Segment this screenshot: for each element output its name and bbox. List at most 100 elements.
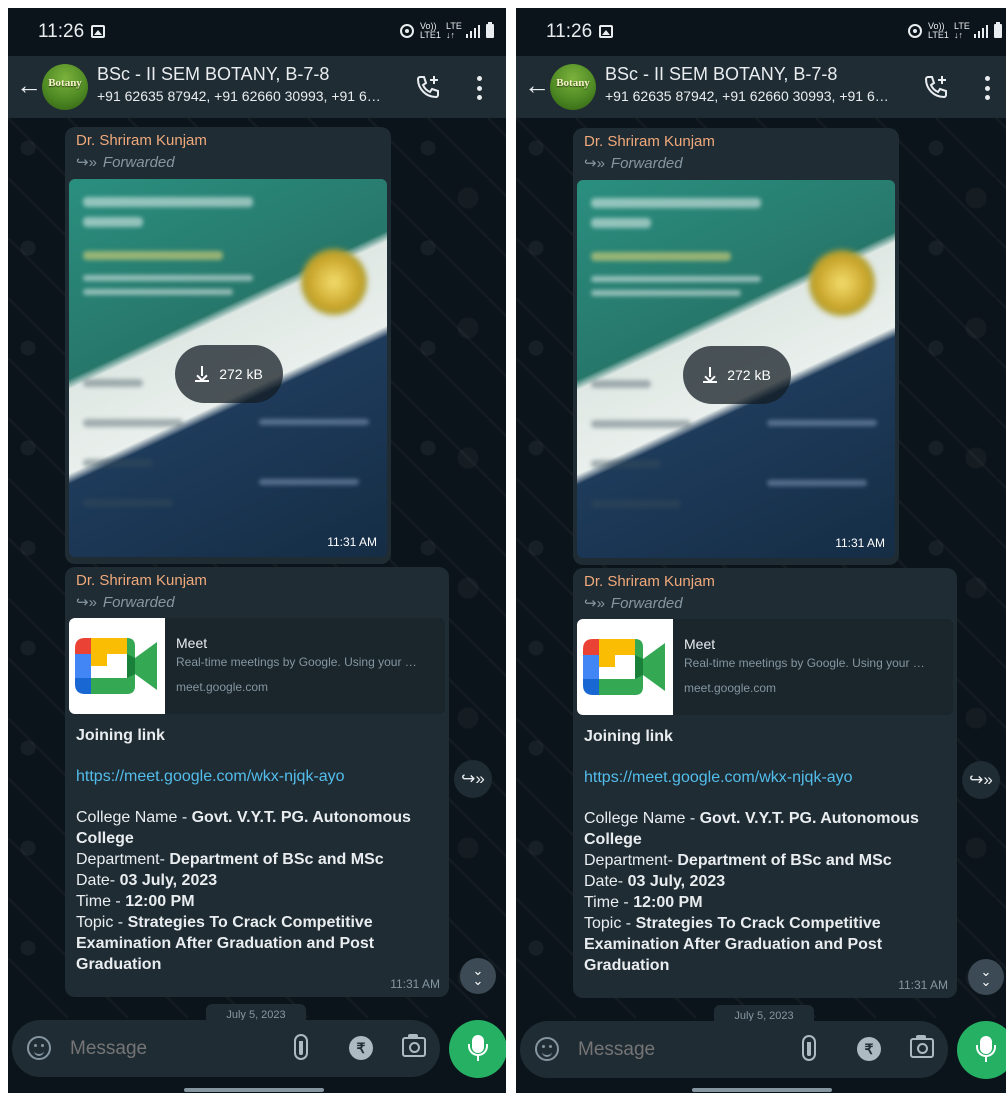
share-icon[interactable]: ↪» bbox=[454, 760, 492, 798]
more-vert-icon[interactable] bbox=[984, 76, 990, 100]
blurred-image-attachment[interactable]: 272 kB 11:31 AM bbox=[577, 180, 895, 558]
camera-icon[interactable] bbox=[402, 1034, 426, 1057]
sender-name[interactable]: Dr. Shriram Kunjam bbox=[584, 573, 715, 590]
back-arrow-icon[interactable]: ← bbox=[524, 72, 550, 98]
message-composer: ₹ bbox=[520, 1021, 948, 1078]
preview-description: Real-time meetings by Google. Using your… bbox=[684, 656, 925, 670]
image-message-bubble[interactable]: Dr. Shriram Kunjam ↪» Forwarded 272 kB 11… bbox=[573, 128, 899, 565]
camera-icon[interactable] bbox=[910, 1035, 934, 1058]
mic-button[interactable] bbox=[449, 1020, 506, 1078]
topic-line: Topic - Strategies To Crack Competitive … bbox=[76, 914, 375, 973]
preview-title: Meet bbox=[176, 635, 208, 651]
emoji-icon[interactable] bbox=[535, 1037, 559, 1061]
download-button[interactable]: 272 kB bbox=[175, 345, 283, 403]
message-composer: ₹ bbox=[12, 1020, 440, 1077]
message-input[interactable] bbox=[68, 1037, 272, 1061]
forwarded-icon: ↪» bbox=[76, 154, 97, 171]
preview-description: Real-time meetings by Google. Using your… bbox=[176, 655, 417, 669]
status-time: 11:26 bbox=[38, 21, 85, 42]
chat-title[interactable]: BSc - II SEM BOTANY, B-7-8 bbox=[97, 64, 329, 85]
volte-icon: Vo)) LTE1 bbox=[420, 21, 441, 40]
chat-header: ← Botany BSc - II SEM BOTANY, B-7-8 +91 … bbox=[8, 56, 506, 118]
status-bar: 11:26 Vo)) LTE1 LTE ↓↑ bbox=[8, 8, 506, 56]
forwarded-icon: ↪» bbox=[584, 155, 605, 172]
nav-gesture-handle[interactable] bbox=[692, 1088, 832, 1092]
date-chip: July 5, 2023 bbox=[206, 1004, 306, 1020]
download-icon bbox=[703, 367, 718, 383]
link-message-bubble[interactable]: Dr. Shriram Kunjam ↪» Forwarded Meet Rea… bbox=[573, 568, 957, 998]
attachment-size: 272 kB bbox=[219, 366, 263, 382]
sender-name[interactable]: Dr. Shriram Kunjam bbox=[584, 133, 715, 150]
time-line: Time - 12:00 PM bbox=[584, 894, 703, 911]
gallery-notification-icon bbox=[599, 25, 613, 38]
scroll-down-icon[interactable]: ⌄ ⌄ bbox=[968, 959, 1004, 995]
topic-line: Topic - Strategies To Crack Competitive … bbox=[584, 915, 883, 974]
back-arrow-icon[interactable]: ← bbox=[16, 72, 42, 98]
time-line: Time - 12:00 PM bbox=[76, 893, 195, 910]
message-time: 11:31 AM bbox=[898, 978, 948, 992]
attach-icon[interactable] bbox=[294, 1034, 308, 1060]
gallery-notification-icon bbox=[91, 25, 105, 38]
status-time: 11:26 bbox=[546, 21, 593, 42]
status-bar: 11:26 Vo)) LTE1 LTE ↓↑ bbox=[516, 8, 1006, 56]
link-message-bubble[interactable]: Dr. Shriram Kunjam ↪» Forwarded Meet Rea… bbox=[65, 567, 449, 997]
rupee-icon[interactable]: ₹ bbox=[349, 1036, 373, 1060]
nav-gesture-handle[interactable] bbox=[184, 1088, 324, 1092]
signal-icon bbox=[974, 24, 988, 38]
chat-title[interactable]: BSc - II SEM BOTANY, B-7-8 bbox=[605, 64, 837, 85]
sender-name[interactable]: Dr. Shriram Kunjam bbox=[76, 132, 207, 149]
signal-icon bbox=[466, 24, 480, 38]
date-chip: July 5, 2023 bbox=[714, 1005, 814, 1021]
emoji-icon[interactable] bbox=[27, 1036, 51, 1060]
joining-link-heading: Joining link bbox=[76, 727, 165, 744]
blurred-emblem bbox=[809, 250, 875, 316]
share-icon[interactable]: ↪» bbox=[962, 761, 1000, 799]
avatar-text: Botany bbox=[556, 77, 590, 89]
link-preview-card[interactable]: Meet Real-time meetings by Google. Using… bbox=[69, 618, 445, 714]
attach-icon[interactable] bbox=[802, 1035, 816, 1061]
chat-participants[interactable]: +91 62635 87942, +91 62660 30993, +91 6… bbox=[97, 88, 407, 104]
chat-header: ← Botany BSc - II SEM BOTANY, B-7-8 +91 … bbox=[516, 56, 1006, 118]
group-avatar[interactable]: Botany bbox=[42, 64, 88, 110]
message-body: Joining link https://meet.google.com/wkx… bbox=[76, 725, 441, 975]
download-icon bbox=[195, 366, 210, 382]
joining-link-heading: Joining link bbox=[584, 728, 673, 745]
rupee-icon[interactable]: ₹ bbox=[857, 1037, 881, 1061]
add-call-icon[interactable] bbox=[921, 72, 951, 102]
google-meet-logo-icon bbox=[577, 619, 673, 715]
sender-name[interactable]: Dr. Shriram Kunjam bbox=[76, 572, 207, 589]
forwarded-label: ↪» Forwarded bbox=[584, 155, 683, 172]
message-body: Joining link https://meet.google.com/wkx… bbox=[584, 726, 949, 976]
group-avatar[interactable]: Botany bbox=[550, 64, 596, 110]
blurred-emblem bbox=[301, 249, 367, 315]
battery-icon bbox=[486, 22, 494, 38]
status-icons: Vo)) LTE1 LTE ↓↑ bbox=[400, 22, 494, 40]
forwarded-icon: ↪» bbox=[584, 595, 605, 612]
meeting-link[interactable]: https://meet.google.com/wkx-njqk-ayo bbox=[76, 766, 441, 787]
volte-icon: Vo)) LTE1 bbox=[928, 21, 949, 40]
department-line: Department- Department of BSc and MSc bbox=[76, 851, 384, 868]
scroll-down-icon[interactable]: ⌄ ⌄ bbox=[460, 958, 496, 994]
message-input[interactable] bbox=[576, 1038, 780, 1062]
chat-participants[interactable]: +91 62635 87942, +91 62660 30993, +91 6… bbox=[605, 88, 915, 104]
add-call-icon[interactable] bbox=[413, 72, 443, 102]
status-icons: Vo)) LTE1 LTE ↓↑ bbox=[908, 22, 1002, 40]
phone-screenshot-right: 11:26 Vo)) LTE1 LTE ↓↑ ← Botany BSc - II S… bbox=[516, 8, 1006, 1093]
forwarded-label: ↪» Forwarded bbox=[76, 594, 175, 611]
lte-icon: LTE ↓↑ bbox=[446, 21, 462, 40]
forwarded-label: ↪» Forwarded bbox=[76, 154, 175, 171]
date-line: Date- 03 July, 2023 bbox=[584, 873, 726, 890]
google-meet-logo-icon bbox=[69, 618, 165, 714]
preview-domain: meet.google.com bbox=[176, 680, 269, 694]
college-line: College Name - Govt. V.Y.T. PG. Autonomo… bbox=[76, 809, 411, 847]
image-message-bubble[interactable]: Dr. Shriram Kunjam ↪» Forwarded 272 kB 11… bbox=[65, 127, 391, 564]
mic-button[interactable] bbox=[957, 1021, 1006, 1079]
blurred-image-attachment[interactable]: 272 kB 11:31 AM bbox=[69, 179, 387, 557]
link-preview-card[interactable]: Meet Real-time meetings by Google. Using… bbox=[577, 619, 953, 715]
hotspot-icon bbox=[400, 24, 414, 38]
more-vert-icon[interactable] bbox=[476, 76, 482, 100]
meeting-link[interactable]: https://meet.google.com/wkx-njqk-ayo bbox=[584, 767, 949, 788]
message-time: 11:31 AM bbox=[390, 977, 440, 991]
download-button[interactable]: 272 kB bbox=[683, 346, 791, 404]
message-time: 11:31 AM bbox=[835, 536, 885, 550]
